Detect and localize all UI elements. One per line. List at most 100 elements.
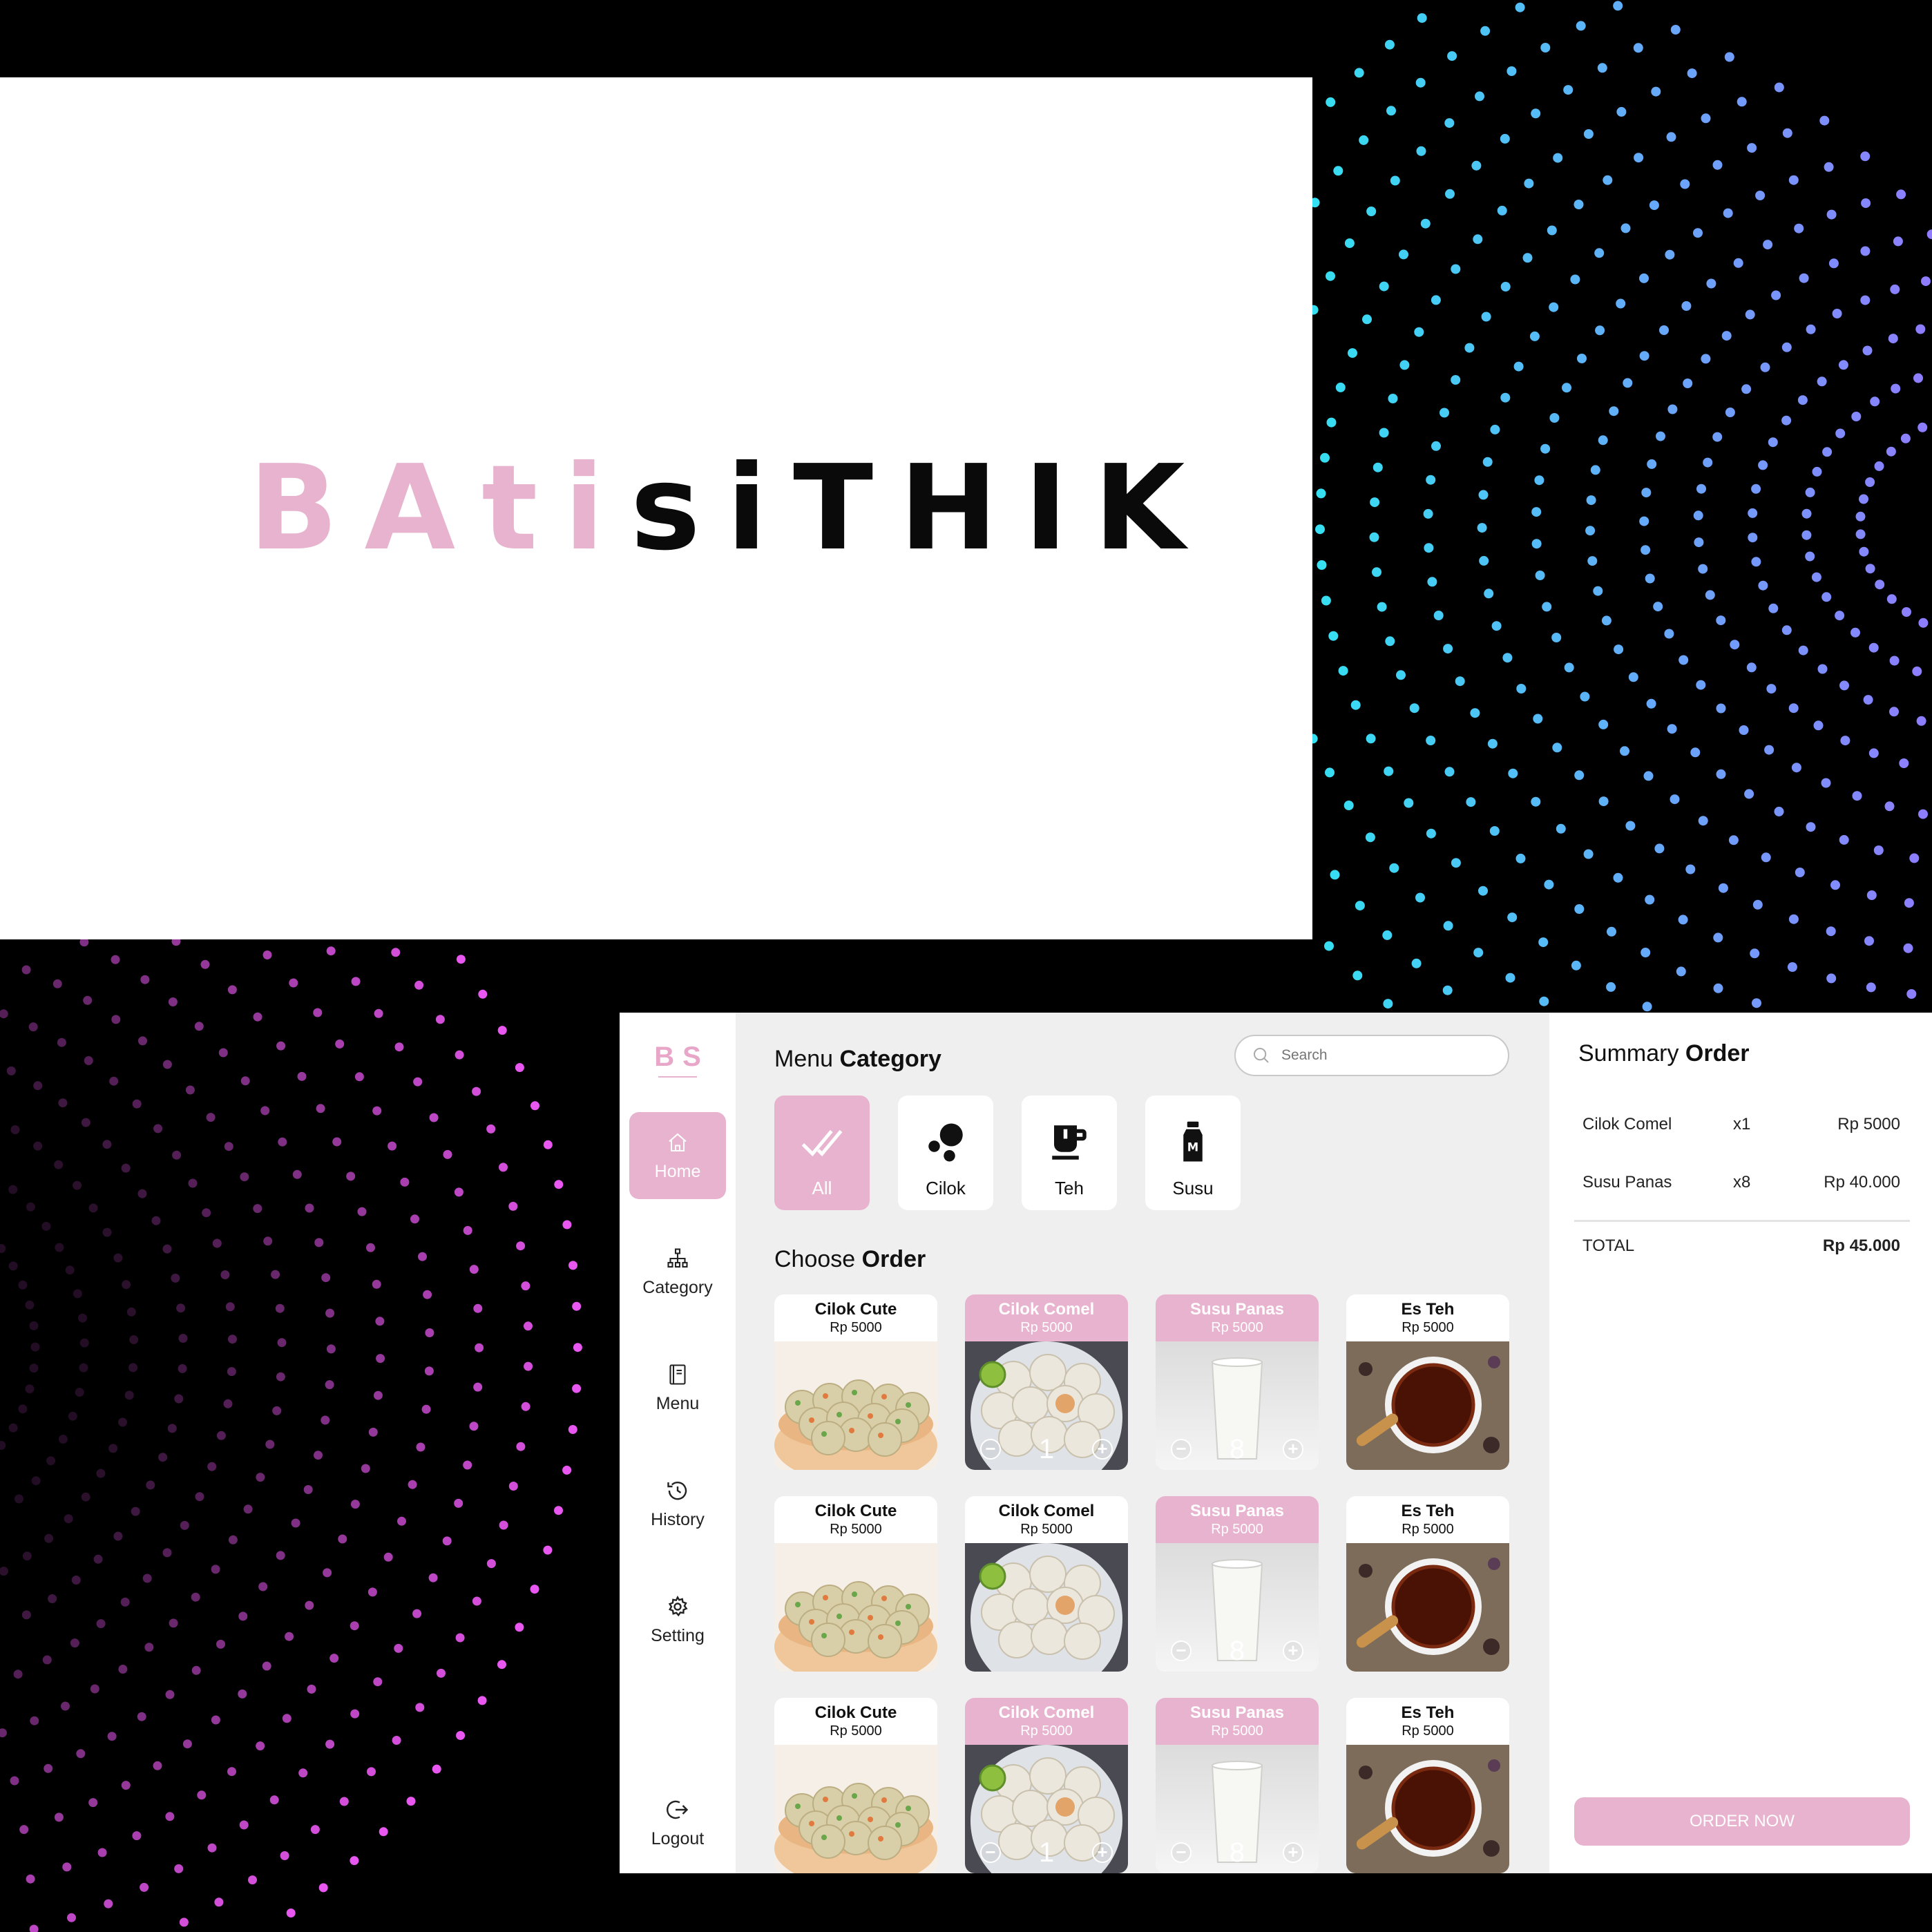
quantity-stepper: − 8 + [1156, 1637, 1319, 1665]
increment-button[interactable]: + [1092, 1439, 1113, 1460]
category-cilok-label: Cilok [926, 1178, 966, 1198]
product-card[interactable]: Es Teh Rp 5000 [1346, 1496, 1509, 1672]
nav-home-label: Home [654, 1161, 701, 1181]
quantity-stepper: − 8 + [1156, 1839, 1319, 1866]
decrement-button[interactable]: − [1171, 1641, 1192, 1661]
product-name: Susu Panas [1189, 1703, 1285, 1722]
product-name: Es Teh [1401, 1703, 1455, 1722]
increment-button[interactable]: + [1283, 1842, 1303, 1863]
quantity-stepper: − 8 + [1156, 1435, 1319, 1463]
summary-item-qty: x8 [1733, 1173, 1751, 1192]
summary-total: TOTAL Rp 45.000 [1582, 1236, 1900, 1257]
product-card-header: Susu Panas Rp 5000 [1156, 1294, 1319, 1341]
menu-category-heading-light: Menu [774, 1046, 834, 1072]
sidebar: BS Home Category Menu History Setting Lo… [620, 1013, 736, 1873]
product-card-header: Cilok Cute Rp 5000 [774, 1698, 937, 1745]
nav-menu[interactable]: Menu [629, 1344, 726, 1431]
category-cilok[interactable]: Cilok [898, 1096, 993, 1210]
product-price: Rp 5000 [1402, 1522, 1454, 1537]
product-card-header: Susu Panas Rp 5000 [1156, 1496, 1319, 1543]
product-card-header: Es Teh Rp 5000 [1346, 1496, 1509, 1543]
decrement-button[interactable]: − [1171, 1439, 1192, 1460]
product-price: Rp 5000 [1211, 1522, 1263, 1537]
product-image [1346, 1341, 1509, 1470]
order-now-button[interactable]: ORDER NOW [1574, 1797, 1910, 1846]
product-image [774, 1745, 937, 1873]
quantity-value: 8 [1229, 1434, 1245, 1464]
product-image [1346, 1745, 1509, 1873]
product-name: Cilok Cute [814, 1502, 897, 1520]
summary-divider [1574, 1220, 1910, 1222]
summary-heading: Summary Order [1578, 1040, 1750, 1067]
menu-category-heading-bold: Category [839, 1046, 941, 1072]
choose-order-heading-bold: Order [861, 1246, 926, 1272]
quantity-value: 1 [1038, 1837, 1055, 1868]
increment-button[interactable]: + [1283, 1439, 1303, 1460]
product-card-header: Cilok Cute Rp 5000 [774, 1294, 937, 1341]
product-card[interactable]: Cilok Cute Rp 5000 [774, 1294, 937, 1470]
quantity-stepper: − 1 + [965, 1435, 1128, 1463]
total-value: Rp 45.000 [1822, 1236, 1900, 1255]
pos-app-window: BS Home Category Menu History Setting Lo… [620, 1013, 1932, 1873]
product-name: Susu Panas [1189, 1502, 1285, 1520]
decrement-button[interactable]: − [980, 1439, 1001, 1460]
product-card[interactable]: Cilok Cute Rp 5000 [774, 1698, 937, 1873]
gear-icon [668, 1595, 688, 1616]
product-card[interactable]: Susu Panas Rp 5000 − 8 + [1156, 1496, 1319, 1672]
summary-item-price: Rp 40.000 [1824, 1173, 1900, 1192]
logo-card: BAti siTHIK [0, 77, 1312, 939]
batisithik-logo: BAti siTHIK [0, 77, 1312, 939]
category-susu-label: Susu [1172, 1178, 1214, 1198]
nav-history[interactable]: History [629, 1460, 726, 1547]
summary-heading-light: Summary [1578, 1040, 1679, 1067]
summary-item-price: Rp 5000 [1837, 1115, 1900, 1134]
product-card[interactable]: Cilok Comel Rp 5000 [965, 1496, 1128, 1672]
increment-button[interactable]: + [1283, 1641, 1303, 1661]
category-teh[interactable]: Teh [1022, 1096, 1117, 1210]
logout-button[interactable]: Logout [629, 1779, 726, 1866]
quantity-value: 8 [1229, 1636, 1245, 1666]
decrement-button[interactable]: − [1171, 1842, 1192, 1863]
product-card[interactable]: Cilok Cute Rp 5000 [774, 1496, 937, 1672]
history-icon [667, 1481, 687, 1500]
product-price: Rp 5000 [830, 1723, 882, 1739]
product-card-header: Es Teh Rp 5000 [1346, 1294, 1509, 1341]
product-price: Rp 5000 [1402, 1320, 1454, 1335]
product-image [774, 1543, 937, 1672]
quantity-value: 1 [1038, 1434, 1055, 1464]
quantity-stepper: − 1 + [965, 1839, 1128, 1866]
logout-label: Logout [651, 1828, 705, 1848]
milk-bottle-icon: M [1183, 1121, 1203, 1162]
nav-category-label: Category [642, 1277, 713, 1297]
category-all[interactable]: All [774, 1096, 870, 1210]
summary-heading-bold: Order [1685, 1040, 1750, 1067]
home-icon [669, 1133, 687, 1151]
search-box[interactable] [1234, 1035, 1509, 1076]
summary-item-name: Susu Panas [1582, 1173, 1672, 1192]
product-card[interactable]: Cilok Comel Rp 5000 − 1 + [965, 1698, 1128, 1873]
product-image [1346, 1543, 1509, 1672]
product-name: Susu Panas [1189, 1300, 1285, 1319]
product-card[interactable]: Cilok Comel Rp 5000 − 1 + [965, 1294, 1128, 1470]
svg-text:M: M [1187, 1140, 1198, 1154]
product-card[interactable]: Es Teh Rp 5000 [1346, 1294, 1509, 1470]
product-price: Rp 5000 [1020, 1723, 1073, 1739]
nav-setting[interactable]: Setting [629, 1576, 726, 1663]
choose-order-heading: Choose Order [774, 1246, 926, 1273]
category-susu[interactable]: M Susu [1145, 1096, 1241, 1210]
product-card[interactable]: Susu Panas Rp 5000 −8 + [1156, 1698, 1319, 1873]
nav-category[interactable]: Category [629, 1228, 726, 1315]
product-name: Cilok Cute [814, 1300, 897, 1319]
product-name: Cilok Comel [998, 1502, 1095, 1520]
search-input[interactable] [1281, 1047, 1489, 1064]
product-name: Cilok Cute [814, 1703, 897, 1722]
category-all-label: All [812, 1178, 832, 1198]
product-card[interactable]: Es Teh Rp 5000 [1346, 1698, 1509, 1873]
increment-button[interactable]: + [1092, 1842, 1113, 1863]
summary-item-qty: x1 [1733, 1115, 1751, 1134]
product-card[interactable]: Susu Panas Rp 5000 − 8 + [1156, 1294, 1319, 1470]
product-price: Rp 5000 [1211, 1723, 1263, 1739]
decrement-button[interactable]: − [980, 1842, 1001, 1863]
nav-home[interactable]: Home [629, 1112, 726, 1199]
product-price: Rp 5000 [1211, 1320, 1263, 1335]
